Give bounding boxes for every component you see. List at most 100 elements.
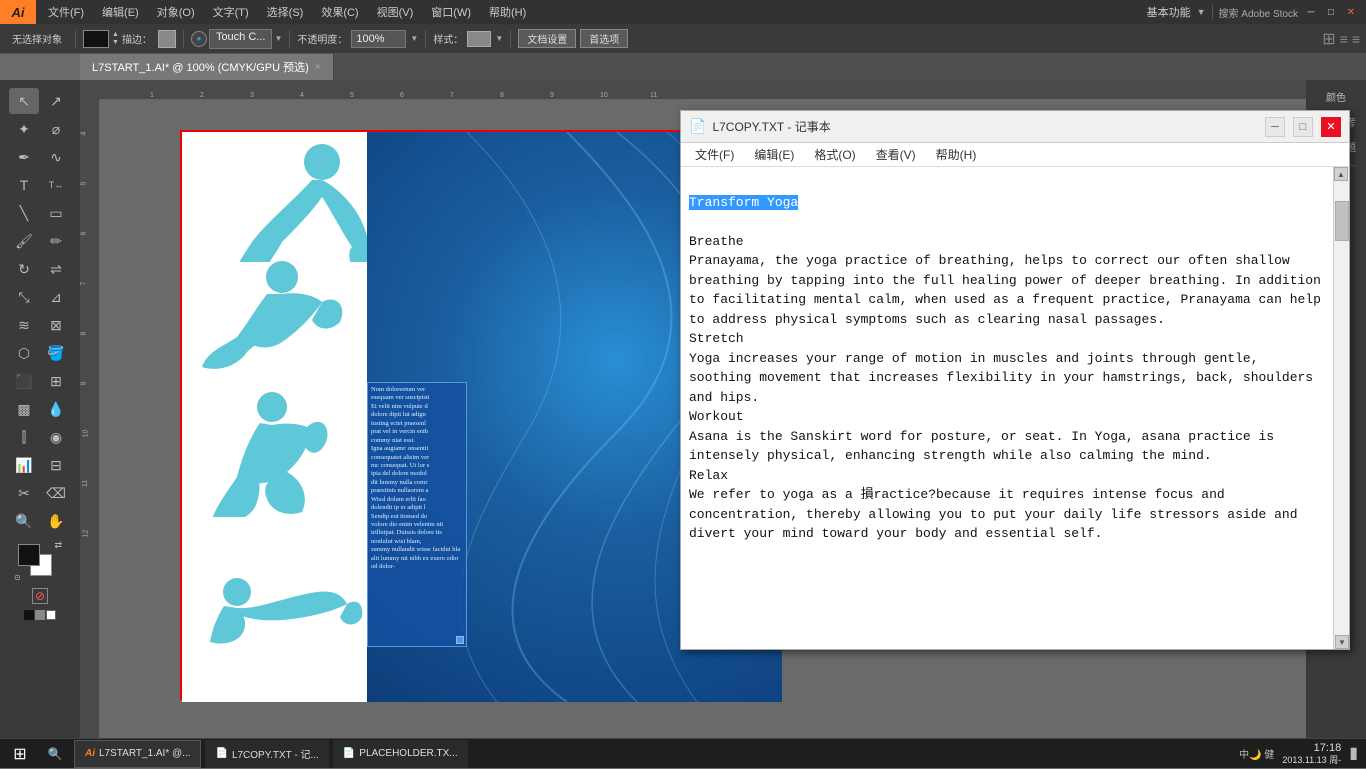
notepad-maximize-button[interactable]: □ [1293,117,1313,137]
notepad-scrollbar[interactable]: ▲ ▼ [1333,167,1349,649]
search-taskbar-button[interactable]: 🔍 [40,739,70,769]
perspective-tool[interactable]: ⬛ [9,368,39,394]
slice-tool[interactable]: ✂ [9,480,39,506]
start-button[interactable]: ⊞ [0,739,40,769]
symbol-tool[interactable]: ◉ [41,424,71,450]
taskbar-placeholder-button[interactable]: 📄 PLACEHOLDER.TX... [333,740,468,768]
scale-tool[interactable]: ⤡ [9,284,39,310]
menu-window[interactable]: 窗口(W) [423,2,479,22]
menu-object[interactable]: 对象(O) [149,2,203,22]
menu-help[interactable]: 帮助(H) [481,2,534,22]
column-graph-tool[interactable]: 📊 [9,452,39,478]
curvature-tool[interactable]: ∿ [41,144,71,170]
touch-type-tool[interactable]: T↔ [41,172,71,198]
align-icon[interactable]: ≡ [1340,31,1348,47]
maximize-button[interactable]: □ [1324,5,1338,19]
close-button[interactable]: ✕ [1344,5,1358,19]
swatch-gray[interactable] [35,610,45,620]
style-swatch[interactable] [467,31,491,47]
none-color-box[interactable]: ⊘ [32,588,48,604]
vertical-ruler: 4 5 6 7 8 9 10 11 12 [80,100,100,738]
notepad-menu-edit[interactable]: 编辑(E) [746,144,802,165]
artboard-textbox[interactable]: Num doloreetum veresequam ver suscipisti… [367,382,467,647]
active-tab[interactable]: L7START_1.AI* @ 100% (CMYK/GPU 预选) × [80,54,334,80]
search-stock-label[interactable]: 搜索 Adobe Stock [1219,5,1298,20]
top-menu-bar: Ai 文件(F) 编辑(E) 对象(O) 文字(T) 选择(S) 效果(C) 视… [0,0,1366,24]
rotate-tool[interactable]: ↻ [9,256,39,282]
shear-tool[interactable]: ⊿ [41,284,71,310]
sep4 [425,30,426,48]
notepad-text[interactable]: Transform Yoga Breathe Pranayama, the yo… [681,167,1333,649]
gradient-tool[interactable]: ▩ [9,396,39,422]
stroke-arrows[interactable]: ▲ ▼ [112,31,119,46]
notepad-minimize-button[interactable]: ─ [1265,117,1285,137]
free-transform-tool[interactable]: ⊠ [41,312,71,338]
scroll-thumb[interactable] [1335,201,1349,241]
foreground-color[interactable] [18,544,40,566]
eyedropper-tool[interactable]: 💧 [41,396,71,422]
preferences-button[interactable]: 首选项 [580,29,628,48]
toolbar: 无选择对象 ▲ ▼ 描边： ● Touch C... ▼ 不透明度： ▼ 样式：… [0,24,1366,54]
lasso-tool[interactable]: ⌀ [41,116,71,142]
live-paint-tool[interactable]: 🪣 [41,340,71,366]
swatch-black[interactable] [24,610,34,620]
notepad-body-text: Breathe Pranayama, the yoga practice of … [689,234,1321,542]
reset-colors-icon[interactable]: ⊙ [14,573,21,582]
notepad-file-icon: 📄 [689,118,706,135]
tool-row-3: ✒ ∿ [9,144,71,170]
no-selection-label: 无选择对象 [12,31,62,46]
hand-tool[interactable]: ✋ [41,508,71,534]
scroll-up-button[interactable]: ▲ [1334,167,1348,181]
direct-selection-tool[interactable]: ↗ [41,88,71,114]
menu-view[interactable]: 视图(V) [369,2,422,22]
mesh-tool[interactable]: ⊞ [41,368,71,394]
color-boxes: ⇄ ⊙ [18,544,62,582]
workspace-label[interactable]: 基本功能 [1147,4,1191,20]
rectangle-tool[interactable]: ▭ [41,200,71,226]
menu-select[interactable]: 选择(S) [259,2,312,22]
swatch-white[interactable] [46,610,56,620]
opacity-input[interactable] [351,30,406,48]
zoom-tool[interactable]: 🔍 [9,508,39,534]
color-panel-tab[interactable]: 颜色 [1324,86,1348,107]
taskbar-notepad-button[interactable]: 📄 L7COPY.TXT - 记... [205,740,328,768]
magic-wand-tool[interactable]: ✦ [9,116,39,142]
paintbrush-tool[interactable]: 🖌 [9,228,39,254]
artboard-tool[interactable]: ⊟ [41,452,71,478]
tab-label: L7START_1.AI* @ 100% (CMYK/GPU 预选) [92,59,309,75]
ai-logo: Ai [0,0,36,24]
type-tool[interactable]: T [9,172,39,198]
selection-tool[interactable]: ↖ [9,88,39,114]
notepad-menu-format[interactable]: 格式(O) [806,144,863,165]
eraser-tool[interactable]: ⌫ [41,480,71,506]
notepad-close-button[interactable]: ✕ [1321,117,1341,137]
stroke-color-box[interactable] [83,30,109,48]
taskbar-ai-button[interactable]: Ai L7START_1.AI* @... [74,740,201,768]
scroll-down-button[interactable]: ▼ [1335,635,1349,649]
pencil-tool[interactable]: ✏ [41,228,71,254]
doc-settings-button[interactable]: 文档设置 [518,29,576,48]
touch-label[interactable]: Touch C... [209,29,273,49]
pen-tool[interactable]: ✒ [9,144,39,170]
fill-color-box[interactable] [158,30,176,48]
warp-tool[interactable]: ≋ [9,312,39,338]
grid-icon[interactable]: ⊞ [1322,29,1335,49]
notepad-menu-file[interactable]: 文件(F) [687,144,742,165]
show-desktop-button[interactable]: ▮ [1349,743,1358,763]
menu-text[interactable]: 文字(T) [205,2,257,22]
blend-tool[interactable]: ⫿ [9,424,39,450]
notepad-menu-help[interactable]: 帮助(H) [928,144,985,165]
menu-file[interactable]: 文件(F) [40,2,92,22]
line-tool[interactable]: ╲ [9,200,39,226]
menu-edit[interactable]: 编辑(E) [94,2,147,22]
tab-close-button[interactable]: × [315,62,321,73]
minimize-button[interactable]: ─ [1304,5,1318,19]
more-icon[interactable]: ≡ [1352,31,1360,47]
textbox-handle[interactable] [456,636,464,644]
touch-dropdown[interactable]: ● Touch C... ▼ [191,29,282,49]
shape-builder-tool[interactable]: ⬡ [9,340,39,366]
notepad-menu-view[interactable]: 查看(V) [868,144,924,165]
reflect-tool[interactable]: ⇌ [41,256,71,282]
swap-colors-icon[interactable]: ⇄ [54,540,62,551]
menu-effect[interactable]: 效果(C) [313,2,366,22]
